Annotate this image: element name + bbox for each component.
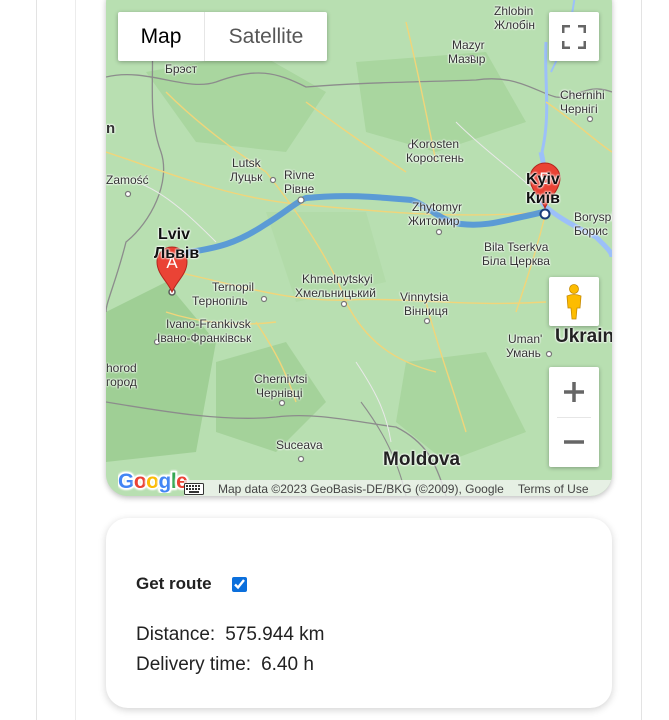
city-label: Луцьк [230, 170, 263, 184]
city-label: Uman' [508, 332, 543, 346]
content-border-right [641, 0, 642, 720]
destination-point [539, 208, 551, 220]
map-type-satellite-button[interactable]: Satellite [205, 12, 327, 61]
city-label: Lviv [158, 226, 191, 243]
city-label: Suceava [276, 438, 323, 452]
city-label: Мазыр [448, 52, 486, 66]
fullscreen-button[interactable] [549, 12, 599, 61]
google-logo[interactable]: Google [117, 469, 190, 496]
city-label: Chernivtsi [254, 372, 308, 386]
country-label: Moldova [383, 449, 461, 470]
city-label: Івано-Франківськ [157, 331, 252, 345]
map-type-control: Map Satellite [118, 12, 327, 61]
terms-of-use-link[interactable]: Terms of Use [518, 482, 589, 496]
city-label: Тернопіль [192, 294, 248, 308]
city-label: Korosten [411, 137, 460, 151]
city-label: Ternopil [212, 280, 255, 294]
city-label: Rivne [284, 168, 315, 182]
pegman-icon [566, 283, 582, 319]
city-label: Zhytomyr [412, 200, 463, 214]
content-border-left [75, 0, 76, 720]
city-label: Lutsk [232, 156, 261, 170]
city-label: Хмельницький [295, 286, 376, 300]
city-label: Mazyr [452, 38, 485, 52]
delivery-time-value: 6.40 h [261, 654, 314, 675]
city-label: Київ [526, 190, 560, 207]
city-label: Bila Tserkva [484, 240, 549, 254]
city-label: Ivano-Frankivsk [166, 317, 251, 331]
keyboard-shortcuts-icon[interactable] [184, 483, 204, 495]
zoom-out-button[interactable] [549, 417, 599, 467]
svg-text:Google: Google [118, 470, 187, 493]
country-label: Ukrain [555, 326, 612, 347]
route-info-panel: Get route Distance: 575.944 km Delivery t… [106, 518, 612, 708]
delivery-time-row: Delivery time: 6.40 h [136, 654, 314, 676]
minus-icon [564, 440, 584, 444]
get-route-label: Get route [136, 574, 212, 593]
street-view-pegman[interactable] [549, 277, 599, 326]
city-label: Борис [574, 224, 608, 238]
city-label: horod [106, 361, 137, 375]
city-label: Khmelnytskyi [302, 272, 373, 286]
city-label: Чернівці [256, 386, 303, 400]
city-label: Boryspi [574, 210, 612, 224]
city-label: Zamość [106, 173, 149, 187]
city-label: Kyiv [526, 171, 560, 188]
city-label: Vinnytsia [400, 290, 449, 304]
delivery-time-label: Delivery time: [136, 654, 252, 675]
city-label: Коростень [406, 151, 464, 165]
map-data-attribution: Map data ©2023 GeoBasis-DE/BKG (©2009), … [218, 482, 504, 496]
city-label: Житомир [408, 214, 460, 228]
distance-label: Distance: [136, 624, 216, 645]
city-label: Брэст [165, 62, 198, 76]
city-label: n [106, 120, 116, 137]
fullscreen-icon [562, 24, 586, 49]
map-type-map-button[interactable]: Map [118, 12, 205, 61]
city-label: Рівне [284, 182, 315, 196]
city-label: Жлобін [494, 18, 536, 32]
city-label: Chernihi [560, 88, 605, 102]
get-route-checkbox[interactable] [231, 576, 247, 592]
city-label: Біла Церква [482, 254, 550, 268]
route-map[interactable]: A B Zhlobin Жлобін rest Брэст Mazyr Мазы… [106, 0, 612, 496]
plus-icon [564, 381, 584, 402]
zoom-in-button[interactable] [549, 367, 599, 417]
get-route-row: Get route [136, 574, 247, 594]
city-label: Zhlobin [494, 4, 534, 18]
city-label: Умань [506, 346, 541, 360]
city-label: Чернігі [560, 102, 598, 116]
city-label: Львів [154, 245, 200, 262]
city-label: Вінниця [404, 304, 448, 318]
page-border-left [36, 0, 37, 720]
map-attribution-bar: Map data ©2023 GeoBasis-DE/BKG (©2009), … [184, 480, 612, 496]
zoom-control [549, 367, 599, 467]
city-label: город [106, 375, 137, 389]
distance-value: 575.944 km [225, 624, 325, 645]
distance-row: Distance: 575.944 km [136, 624, 325, 646]
google-wordmark: Google [117, 469, 190, 495]
